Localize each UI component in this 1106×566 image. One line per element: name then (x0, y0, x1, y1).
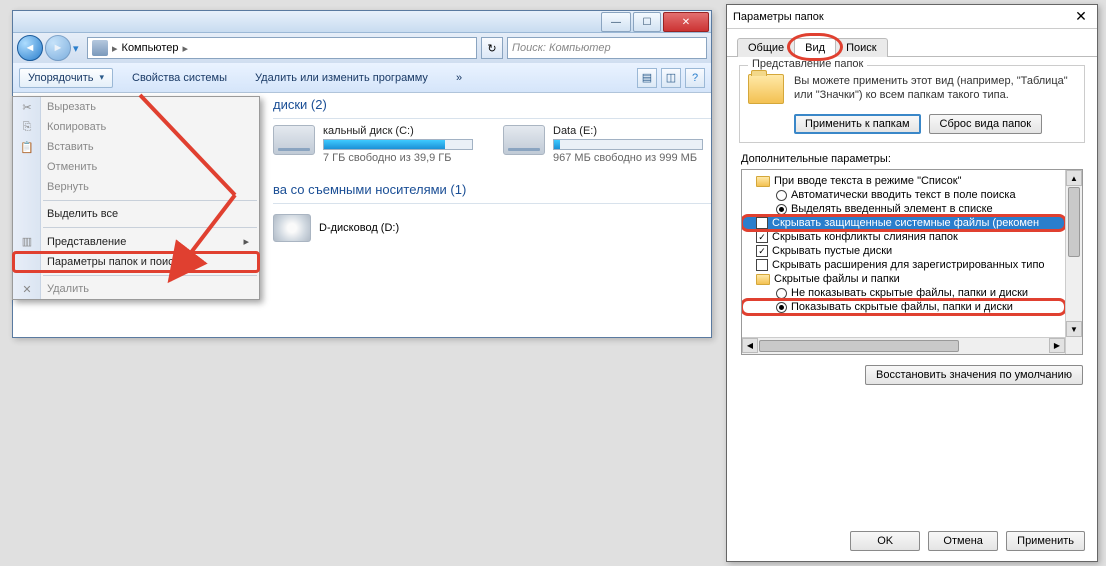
reset-folders-button[interactable]: Сброс вида папок (929, 114, 1043, 134)
folder-options-dialog: Параметры папок ✕ Общие Вид Поиск Предст… (726, 4, 1098, 562)
scroll-down-button[interactable]: ▼ (1066, 321, 1082, 337)
chevron-icon: ▸ (182, 42, 188, 55)
tree-dont-show-hidden[interactable]: Не показывать скрытые файлы, папки и дис… (742, 286, 1065, 300)
menu-select-all[interactable]: Выделить все (13, 204, 259, 224)
checkbox-icon[interactable] (756, 259, 768, 271)
capacity-bar (553, 139, 703, 150)
checkbox-icon[interactable] (756, 231, 768, 243)
system-properties-button[interactable]: Свойства системы (123, 68, 236, 88)
cancel-button[interactable]: Отмена (928, 531, 998, 551)
tab-bar: Общие Вид Поиск (727, 29, 1097, 57)
scroll-right-button[interactable]: ▶ (1049, 338, 1065, 353)
drive-c[interactable]: кальный диск (C:) 7 ГБ свободно из 39,9 … (273, 125, 473, 164)
breadcrumb-root[interactable]: Компьютер (122, 42, 179, 54)
tab-view[interactable]: Вид (794, 38, 836, 57)
tree-show-hidden[interactable]: Показывать скрытые файлы, папки и диски (742, 300, 1065, 314)
preview-pane-button[interactable]: ◫ (661, 68, 681, 88)
dialog-close-button[interactable]: ✕ (1071, 8, 1091, 25)
more-commands-button[interactable]: » (447, 68, 471, 88)
drive-free: 967 МБ свободно из 999 МБ (553, 152, 703, 164)
minimize-button[interactable]: — (601, 12, 631, 32)
scroll-left-button[interactable]: ◀ (742, 338, 758, 353)
scroll-thumb[interactable] (759, 340, 959, 352)
computer-icon (92, 40, 108, 56)
refresh-button[interactable]: ↻ (481, 37, 503, 59)
tree-hide-protected[interactable]: Скрывать защищенные системные файлы (рек… (742, 216, 1065, 230)
radio-icon[interactable] (776, 190, 787, 201)
help-button[interactable]: ? (685, 68, 705, 88)
chevron-icon: ▸ (112, 42, 118, 55)
dvd-icon (273, 214, 311, 242)
toolbar: Упорядочить Свойства системы Удалить или… (13, 63, 711, 93)
history-dropdown[interactable]: ▾ (73, 36, 85, 60)
close-button[interactable]: ✕ (663, 12, 709, 32)
search-input[interactable]: Поиск: Компьютер (507, 37, 707, 59)
radio-icon[interactable] (776, 302, 787, 313)
folder-icon (756, 274, 770, 285)
folder-icon (748, 74, 784, 104)
maximize-button[interactable]: ☐ (633, 12, 661, 32)
submenu-arrow-icon: ▸ (243, 235, 249, 248)
drive-name: кальный диск (C:) (323, 125, 473, 137)
section-removable[interactable]: ва со съемными носителями (1) (273, 178, 711, 203)
menu-redo[interactable]: Вернуть (13, 177, 259, 197)
menu-folder-options[interactable]: Параметры папок и поиска (13, 252, 259, 272)
address-bar: ◄ ► ▾ ▸ Компьютер ▸ ↻ Поиск: Компьютер (13, 33, 711, 63)
radio-icon[interactable] (776, 288, 787, 299)
layout-icon: ▥ (19, 234, 35, 250)
forward-button[interactable]: ► (45, 35, 71, 61)
capacity-bar (323, 139, 473, 150)
tree-group-hidden: Скрытые файлы и папки (742, 272, 1065, 286)
tree-select-entered[interactable]: Выделять введенный элемент в списке (742, 202, 1065, 216)
organize-menu: ✂Вырезать ⎘Копировать 📋Вставить Отменить… (12, 96, 260, 300)
menu-paste[interactable]: 📋Вставить (13, 137, 259, 157)
advanced-label: Дополнительные параметры: (741, 153, 1083, 165)
tree-hide-empty[interactable]: Скрывать пустые диски (742, 244, 1065, 258)
back-button[interactable]: ◄ (17, 35, 43, 61)
tree-auto-search[interactable]: Автоматически вводить текст в поле поиск… (742, 188, 1065, 202)
dvd-drive[interactable]: D-дисковод (D:) (273, 210, 711, 242)
breadcrumb[interactable]: ▸ Компьютер ▸ (87, 37, 477, 59)
folder-view-group: Представление папок Вы можете применить … (739, 65, 1085, 143)
tree-hide-ext[interactable]: Скрывать расширения для зарегистрированн… (742, 258, 1065, 272)
drive-e[interactable]: Data (E:) 967 МБ свободно из 999 МБ (503, 125, 703, 164)
section-hard-drives[interactable]: диски (2) (273, 93, 711, 118)
checkbox-icon[interactable] (756, 245, 768, 257)
view-mode-button[interactable]: ▤ (637, 68, 657, 88)
tree-group-list-typing: При вводе текста в режиме "Список" (742, 174, 1065, 188)
apply-to-folders-button[interactable]: Применить к папкам (794, 114, 921, 134)
radio-icon[interactable] (776, 204, 787, 215)
organize-button[interactable]: Упорядочить (19, 68, 113, 88)
restore-defaults-button[interactable]: Восстановить значения по умолчанию (865, 365, 1083, 385)
menu-undo[interactable]: Отменить (13, 157, 259, 177)
copy-icon: ⎘ (19, 119, 35, 135)
menu-copy[interactable]: ⎘Копировать (13, 117, 259, 137)
ok-button[interactable]: OK (850, 531, 920, 551)
tree-hide-merge[interactable]: Скрывать конфликты слияния папок (742, 230, 1065, 244)
drive-icon (503, 125, 545, 155)
vertical-scrollbar[interactable]: ▲ ▼ (1065, 170, 1082, 354)
drive-icon (273, 125, 315, 155)
dialog-titlebar: Параметры папок ✕ (727, 5, 1097, 29)
horizontal-scrollbar[interactable]: ◀ ▶ (742, 337, 1065, 354)
paste-icon: 📋 (19, 139, 35, 155)
title-bar: — ☐ ✕ (13, 11, 711, 33)
menu-delete[interactable]: ✕Удалить (13, 279, 259, 299)
cut-icon: ✂ (19, 99, 35, 115)
menu-layout[interactable]: ▥Представление▸ (13, 231, 259, 252)
folder-view-desc: Вы можете применить этот вид (например, … (794, 74, 1076, 104)
scroll-up-button[interactable]: ▲ (1066, 170, 1082, 186)
menu-cut[interactable]: ✂Вырезать (13, 97, 259, 117)
uninstall-program-button[interactable]: Удалить или изменить программу (246, 68, 437, 88)
apply-button[interactable]: Применить (1006, 531, 1085, 551)
dvd-label: D-дисковод (D:) (319, 222, 399, 234)
drive-free: 7 ГБ свободно из 39,9 ГБ (323, 152, 473, 164)
drive-name: Data (E:) (553, 125, 703, 137)
checkbox-icon[interactable] (756, 217, 768, 229)
advanced-settings-tree[interactable]: При вводе текста в режиме "Список" Автом… (741, 169, 1083, 355)
folder-icon (756, 176, 770, 187)
dialog-title: Параметры папок (733, 11, 824, 23)
delete-icon: ✕ (19, 281, 35, 297)
scroll-thumb[interactable] (1068, 187, 1080, 257)
